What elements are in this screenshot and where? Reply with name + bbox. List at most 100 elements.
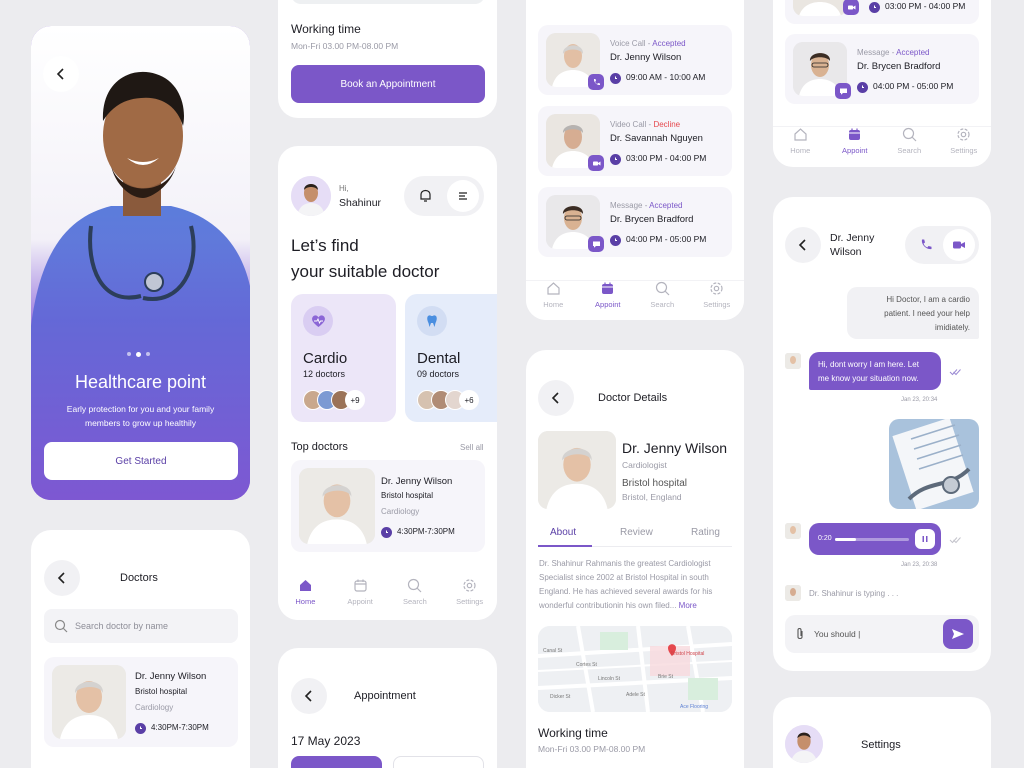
call-status: Message - Accepted <box>610 201 683 210</box>
tab-appoint[interactable]: Appoint <box>583 281 633 309</box>
menu-button[interactable] <box>447 180 479 212</box>
back-button[interactable] <box>44 560 80 596</box>
home-icon <box>299 580 311 591</box>
doctor-specialty: Cardiology <box>381 507 420 516</box>
send-icon <box>952 629 964 639</box>
working-time-value: Mon-Fri 03.00 PM-08.00 PM <box>291 41 399 51</box>
category-name: Dental <box>417 350 461 367</box>
more-count: +6 <box>459 390 479 410</box>
chat-icon <box>835 83 851 99</box>
tab-settings[interactable]: Settings <box>445 578 495 606</box>
appointment-time: 09:00 AM - 10:00 AM <box>610 72 705 84</box>
back-button[interactable] <box>291 678 327 714</box>
appointment-row[interactable]: 03:00 PM - 04:00 PM <box>785 0 979 24</box>
tab-home[interactable]: Home <box>280 578 330 606</box>
tab-settings[interactable]: Settings <box>692 281 742 309</box>
bottom-nav: Home Appoint Search Settings <box>526 280 744 320</box>
voice-progress[interactable] <box>835 538 909 541</box>
search-input[interactable]: Search doctor by name <box>44 609 238 643</box>
about-text-4: wonderful contributionin his own filed..… <box>539 601 697 610</box>
pause-button[interactable] <box>915 529 935 549</box>
tab-indicator <box>538 545 592 547</box>
home-card: Hi, Shahinur Let’s find your suitable do… <box>278 146 497 620</box>
paperclip-icon[interactable] <box>795 627 805 641</box>
get-started-button[interactable]: Get Started <box>44 442 238 480</box>
appointment-row[interactable]: Message - Accepted Dr. Brycen Bradford 0… <box>785 34 979 104</box>
doctor-time-label: 4:30PM-7:30PM <box>397 527 455 536</box>
tab-home[interactable]: Home <box>775 127 825 155</box>
tab-search[interactable]: Search <box>637 281 687 309</box>
read-check-icon <box>949 369 961 376</box>
clock-icon <box>381 527 392 538</box>
back-button[interactable] <box>785 227 821 263</box>
chat-card: Dr. Jenny Wilson Hi Doctor, I am a cardi… <box>773 197 991 671</box>
tooth-icon <box>417 306 447 336</box>
pause-icon <box>922 536 928 542</box>
back-button[interactable] <box>538 380 574 416</box>
date-chip[interactable] <box>393 756 484 768</box>
date-chip-active[interactable] <box>291 756 382 768</box>
more-link[interactable]: More <box>679 601 697 610</box>
call-status: Message - Accepted <box>857 48 930 57</box>
tab-search[interactable]: Search <box>390 578 440 606</box>
chat-icon <box>588 236 604 252</box>
back-button[interactable] <box>43 56 79 92</box>
doctor-time: 4:30PM-7:30PM <box>381 527 455 538</box>
about-text-3: England. He has achieved several awards … <box>539 587 713 596</box>
send-button[interactable] <box>943 619 973 649</box>
carousel-dots <box>127 351 150 357</box>
call-status: Video Call - Decline <box>610 120 681 129</box>
greeting: Hi, <box>339 184 349 193</box>
section-title: Top doctors <box>291 441 348 453</box>
image-attachment[interactable] <box>889 419 979 509</box>
menu-icon <box>459 192 467 200</box>
get-started-label: Get Started <box>115 455 167 467</box>
category-name: Cardio <box>303 350 348 367</box>
video-call-button[interactable] <box>943 229 975 261</box>
bell-icon[interactable] <box>419 189 432 203</box>
message-input[interactable]: You should | <box>785 615 979 653</box>
doctor-name: Dr. Brycen Bradford <box>610 214 694 225</box>
tab-rating[interactable]: Rating <box>691 527 720 538</box>
read-check-icon <box>949 537 961 544</box>
doctor-photo <box>793 0 847 16</box>
search-placeholder: Search doctor by name <box>75 621 169 631</box>
tab-appoint[interactable]: Appoint <box>335 578 385 606</box>
appointment-row[interactable]: Message - Accepted Dr. Brycen Bradford 0… <box>538 187 732 257</box>
doctor-details-card: Doctor Details Dr. Jenny Wilson Cardiolo… <box>526 350 744 768</box>
category-count: 09 doctors <box>417 369 460 379</box>
tab-appoint[interactable]: Appoint <box>830 127 880 155</box>
clock-icon <box>610 73 621 84</box>
voice-message[interactable]: 0:20 <box>809 523 941 555</box>
appointment-row[interactable]: Voice Call - Accepted Dr. Jenny Wilson 0… <box>538 25 732 95</box>
avatar <box>291 176 331 216</box>
header-actions <box>404 176 484 216</box>
doctor-name: Dr. Jenny Wilson <box>381 476 453 487</box>
tab-review[interactable]: Review <box>620 527 653 538</box>
doctor-name: Dr. Jenny Wilson <box>610 52 682 63</box>
calendar-icon <box>354 579 367 592</box>
clock-icon <box>610 154 621 165</box>
appointment-row[interactable]: Video Call - Decline Dr. Savannah Nguyen… <box>538 106 732 176</box>
doctor-list-item[interactable]: Dr. Jenny Wilson Bristol hospital Cardio… <box>44 657 238 747</box>
category-card-cardio[interactable]: Cardio 12 doctors +9 <box>291 294 396 422</box>
about-text-2: Specialist since 2002 at Bristol Hospita… <box>539 573 709 582</box>
appointment-time: 04:00 PM - 05:00 PM <box>857 81 953 93</box>
clock-icon <box>857 82 868 93</box>
working-time-label: Working time <box>538 726 608 740</box>
doctor-photo <box>299 468 375 544</box>
page-title: Doctors <box>120 572 158 584</box>
category-card-dental[interactable]: Dental 09 doctors +6 <box>405 294 497 422</box>
avatar <box>785 725 823 763</box>
see-all-link[interactable]: Sell all <box>460 443 484 452</box>
phone-icon[interactable] <box>919 238 933 252</box>
top-doctor-card[interactable]: Dr. Jenny Wilson Bristol hospital Cardio… <box>291 460 485 552</box>
tab-settings[interactable]: Settings <box>939 127 989 155</box>
avatar <box>785 585 801 601</box>
book-appointment-button[interactable]: Book an Appointment <box>291 65 485 103</box>
tab-about[interactable]: About <box>550 527 576 538</box>
location-map[interactable]: Bristol Hospital Canal St Cortes St Dick… <box>538 626 732 712</box>
settings-card: Settings <box>773 697 991 768</box>
tab-search[interactable]: Search <box>884 127 934 155</box>
tab-home[interactable]: Home <box>528 281 578 309</box>
